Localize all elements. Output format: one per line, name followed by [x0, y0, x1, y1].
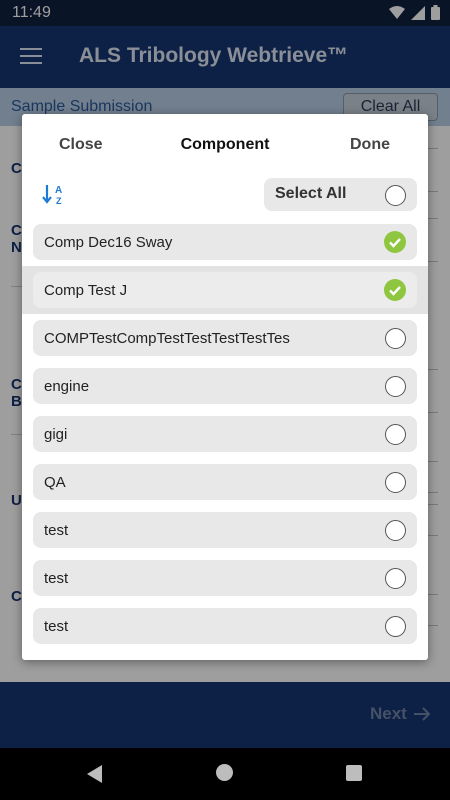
component-option[interactable]: gigi [33, 416, 417, 452]
svg-text:A: A [55, 185, 62, 196]
component-option[interactable]: test [33, 560, 417, 596]
component-option-label: test [44, 570, 69, 587]
svg-text:Z: Z [56, 196, 62, 206]
list-item[interactable]: QA [22, 458, 428, 506]
component-option[interactable]: Comp Test J [33, 272, 417, 308]
home-icon[interactable] [216, 764, 233, 781]
component-picker-dialog: Component Close Done A Z Select All Comp… [22, 114, 428, 660]
radio-unchecked-icon[interactable] [385, 376, 406, 397]
component-option[interactable]: COMPTestCompTestTestTestTestTes [33, 320, 417, 356]
component-option[interactable]: Comp Dec16 Sway [33, 224, 417, 260]
list-item[interactable]: Comp Dec16 Sway [22, 218, 428, 266]
done-button[interactable]: Done [350, 136, 390, 154]
component-option[interactable]: engine [33, 368, 417, 404]
close-button[interactable]: Close [59, 136, 103, 154]
radio-unchecked-icon[interactable] [385, 184, 406, 206]
component-option-label: QA [44, 474, 66, 491]
list-item[interactable]: COMPTestCompTestTestTestTestTes [22, 314, 428, 362]
component-option[interactable]: test [33, 608, 417, 644]
component-option[interactable]: QA [33, 464, 417, 500]
component-option-label: test [44, 522, 69, 539]
list-item[interactable]: engine [22, 362, 428, 410]
recent-apps-icon[interactable] [346, 765, 362, 781]
component-option-label: engine [44, 378, 90, 395]
back-icon[interactable] [87, 765, 103, 783]
component-option-label: test [44, 618, 69, 635]
component-option-label: Comp Dec16 Sway [44, 234, 173, 251]
list-item[interactable]: test [22, 602, 428, 650]
radio-unchecked-icon[interactable] [385, 424, 406, 445]
list-item[interactable]: test [22, 554, 428, 602]
list-item[interactable]: test [22, 506, 428, 554]
component-option[interactable]: test [33, 512, 417, 548]
radio-unchecked-icon[interactable] [385, 568, 406, 589]
component-option-label: gigi [44, 426, 68, 443]
radio-unchecked-icon[interactable] [385, 472, 406, 493]
checkmark-icon[interactable] [384, 231, 406, 253]
list-item[interactable]: gigi [22, 410, 428, 458]
component-option-label: COMPTestCompTestTestTestTestTes [44, 330, 290, 347]
radio-unchecked-icon[interactable] [385, 328, 406, 349]
radio-unchecked-icon[interactable] [385, 520, 406, 541]
select-all-label: Select All [275, 185, 347, 202]
radio-unchecked-icon[interactable] [385, 616, 406, 637]
system-nav-bar [0, 748, 450, 800]
sort-az-icon[interactable]: A Z [42, 184, 68, 206]
checkmark-icon[interactable] [384, 279, 406, 301]
select-all-toggle[interactable]: Select All [264, 178, 417, 211]
component-option-label: Comp Test J [44, 282, 128, 299]
list-item[interactable]: Comp Test J [22, 266, 428, 314]
